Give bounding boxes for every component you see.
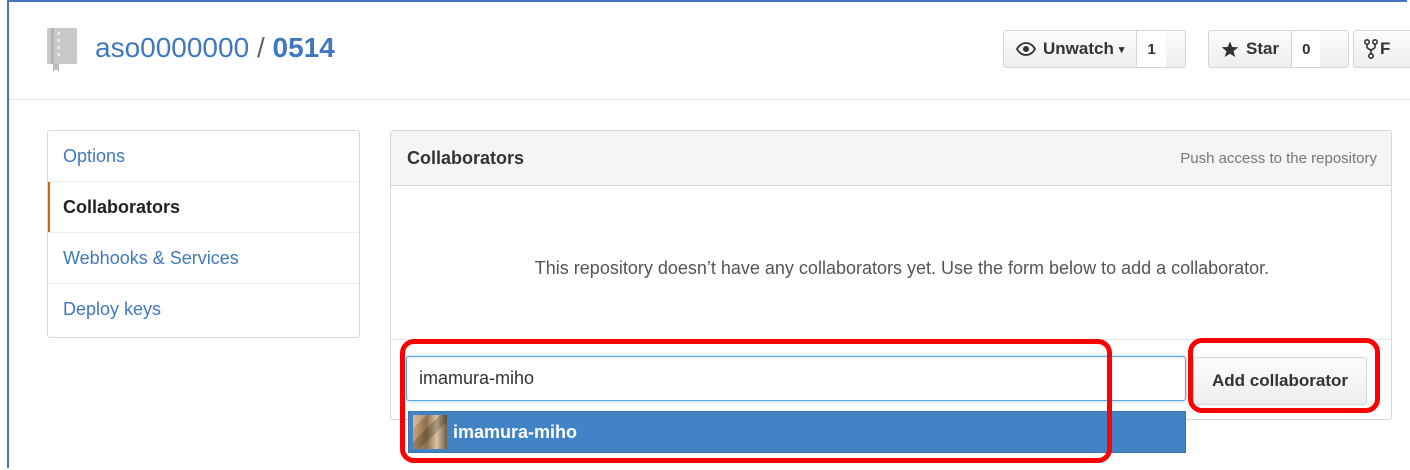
star-icon (1221, 41, 1239, 58)
repo-header: aso0000000 / 0514 Unwatch ▾ 1 Star 0 F (9, 2, 1410, 100)
avatar (413, 415, 447, 449)
collaborator-search-input[interactable]: imamura-miho (406, 356, 1186, 401)
repo-book-icon (45, 26, 81, 77)
eye-icon (1016, 42, 1036, 56)
sidebar-item-options[interactable]: Options (48, 131, 359, 182)
suggestion-login: imamura-miho (453, 421, 578, 442)
sidebar-item-collaborators[interactable]: Collaborators (48, 182, 359, 233)
fork-label: F (1380, 39, 1391, 58)
repo-title: aso0000000 / 0514 (95, 28, 335, 68)
unwatch-label: Unwatch (1043, 39, 1114, 58)
fork-icon (1364, 39, 1378, 59)
watchers-count[interactable]: 1 (1136, 31, 1166, 67)
blank-slate-message: This repository doesn’t have any collabo… (534, 258, 1270, 278)
fork-button[interactable]: F (1353, 30, 1410, 68)
caret-down-icon: ▾ (1118, 43, 1125, 56)
collaborators-title: Collaborators (407, 147, 525, 168)
repo-title-separator: / (256, 32, 265, 63)
repo-name-link[interactable]: 0514 (273, 32, 335, 63)
push-access-note: Push access to the repository (1180, 149, 1377, 167)
repo-owner-link[interactable]: aso0000000 (95, 32, 249, 63)
star-button[interactable]: Star 0 (1208, 30, 1349, 68)
unwatch-button[interactable]: Unwatch ▾ 1 (1003, 30, 1186, 68)
add-collaborator-button[interactable]: Add collaborator (1193, 357, 1367, 405)
star-label: Star (1246, 39, 1280, 58)
sidebar-item-deploy-keys[interactable]: Deploy keys (48, 284, 359, 335)
collaborators-header: Collaborators Push access to the reposit… (391, 131, 1391, 186)
sidebar-item-webhooks-services[interactable]: Webhooks & Services (48, 233, 359, 284)
blank-slate: This repository doesn’t have any collabo… (391, 186, 1391, 340)
settings-menu: Options Collaborators Webhooks & Service… (47, 130, 360, 338)
stargazers-count[interactable]: 0 (1291, 31, 1321, 67)
autocomplete-suggestion[interactable]: imamura-miho (408, 411, 1186, 453)
